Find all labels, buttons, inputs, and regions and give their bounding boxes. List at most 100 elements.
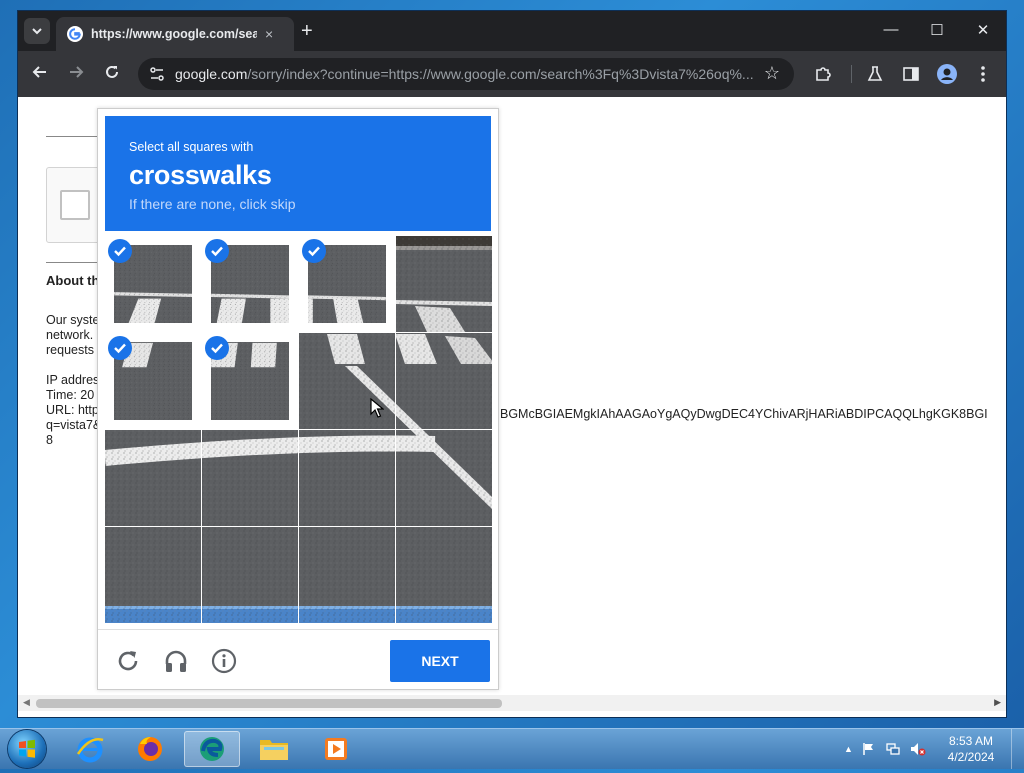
system-tray: ▲ 8:53 AM 4/2/2024 [834, 729, 1024, 769]
browser-tab[interactable]: https://www.google.com/search × [56, 17, 294, 51]
recaptcha-checkbox[interactable] [60, 190, 90, 220]
street-photo-fragment [105, 430, 201, 526]
volume-muted-icon[interactable] [910, 742, 926, 756]
url-line-end: 8 [46, 433, 53, 447]
reload-icon[interactable] [101, 64, 123, 84]
side-panel-icon[interactable] [901, 64, 921, 84]
profile-avatar-icon[interactable] [937, 64, 957, 84]
new-tab-button[interactable]: + [301, 20, 313, 43]
captcha-challenge: Select all squares with crosswalks If th… [97, 108, 499, 690]
captcha-tile[interactable] [299, 527, 395, 623]
captcha-skip-hint: If there are none, click skip [129, 196, 296, 212]
bookmark-star-icon[interactable]: ☆ [764, 63, 780, 84]
taskbar-app-media[interactable] [308, 731, 364, 767]
google-g-icon [67, 26, 83, 42]
show-hidden-icons-arrow[interactable]: ▲ [844, 744, 853, 754]
action-center-flag-icon[interactable] [862, 742, 876, 756]
url-host: google.com [175, 66, 248, 82]
scroll-left-arrow-icon[interactable]: ◀ [23, 697, 30, 708]
audio-headphones-icon[interactable] [163, 648, 189, 674]
street-photo-fragment [396, 333, 492, 429]
about-heading: About th [46, 273, 100, 288]
toolbar-divider [851, 65, 852, 83]
network-icon[interactable] [886, 742, 900, 756]
captcha-tile[interactable] [396, 236, 492, 332]
internet-explorer-icon [76, 737, 104, 763]
captcha-tile[interactable] [202, 333, 298, 429]
captcha-tile[interactable] [105, 333, 201, 429]
captcha-tile[interactable] [396, 333, 492, 429]
captcha-image-grid [105, 236, 492, 623]
street-photo-fragment [396, 430, 492, 526]
captcha-tile[interactable] [299, 236, 395, 332]
firefox-icon [138, 737, 162, 761]
taskbar-app-explorer[interactable] [246, 731, 302, 767]
query-line: q=vista7& [46, 418, 102, 432]
ip-address-line: IP addres [46, 373, 100, 387]
edge-icon [200, 737, 224, 761]
captcha-tile[interactable] [202, 527, 298, 623]
minimize-button[interactable]: — [881, 21, 901, 38]
forward-arrow-icon[interactable] [65, 64, 87, 84]
url-path: /sorry/index?continue=https://www.google… [247, 66, 754, 82]
site-info-icon[interactable] [148, 65, 166, 83]
reload-icon[interactable] [115, 648, 141, 674]
captcha-tile[interactable] [202, 236, 298, 332]
extensions-puzzle-icon[interactable] [813, 64, 833, 84]
start-button[interactable] [8, 730, 46, 768]
clock-date: 4/2/2024 [947, 750, 995, 764]
show-desktop-button[interactable] [1011, 729, 1024, 769]
captcha-instruction: Select all squares with [129, 140, 254, 154]
captcha-tile[interactable] [105, 430, 201, 526]
taskbar: ▲ 8:53 AM 4/2/2024 [0, 728, 1024, 769]
scrollbar-thumb[interactable] [36, 699, 502, 708]
selected-checkmark-icon [108, 336, 132, 360]
maximize-button[interactable]: ☐ [927, 21, 947, 39]
captcha-header: Select all squares with crosswalks If th… [105, 116, 491, 231]
tab-search-button[interactable] [24, 18, 50, 44]
browser-toolbar: google.com/sorry/index?continue=https://… [18, 51, 1006, 97]
selected-checkmark-icon [302, 239, 326, 263]
street-photo-fragment [299, 430, 395, 526]
menu-kebab-icon[interactable] [973, 64, 993, 84]
mouse-cursor-icon [370, 398, 384, 418]
taskbar-app-firefox[interactable] [122, 731, 178, 767]
captcha-footer: NEXT [98, 629, 498, 690]
clock-time: 8:53 AM [948, 734, 994, 748]
horizontal-scrollbar[interactable]: ◀ ▶ [18, 695, 1006, 711]
selected-checkmark-icon [205, 336, 229, 360]
street-photo-fragment [202, 430, 298, 526]
street-photo-fragment [202, 527, 298, 623]
selected-checkmark-icon [205, 239, 229, 263]
captcha-tile[interactable] [396, 430, 492, 526]
title-bar: https://www.google.com/search × + — ☐ ✕ [18, 11, 1006, 51]
captcha-tile[interactable] [105, 527, 201, 623]
notice-line-2: network. [46, 328, 94, 342]
notice-line-1: Our syste [46, 313, 100, 327]
long-url-text: BGMcBGIAEMgkIAhAAGAoYgAQyDwgDEC4YChivARj… [500, 407, 988, 421]
close-window-button[interactable]: ✕ [973, 21, 993, 39]
address-bar[interactable]: google.com/sorry/index?continue=https://… [138, 58, 794, 90]
labs-flask-icon[interactable] [865, 64, 885, 84]
street-photo-fragment [396, 527, 492, 623]
captcha-tile[interactable] [202, 430, 298, 526]
captcha-keyword: crosswalks [129, 160, 272, 190]
taskbar-app-edge[interactable] [184, 731, 240, 767]
tab-title: https://www.google.com/search [91, 27, 257, 41]
media-player-icon [325, 738, 347, 760]
info-icon[interactable] [211, 648, 237, 674]
taskbar-clock[interactable]: 8:53 AM 4/2/2024 [936, 733, 1006, 765]
next-button[interactable]: NEXT [390, 640, 490, 682]
time-line: Time: 20 [46, 388, 95, 402]
windows-logo-icon [19, 739, 35, 758]
file-explorer-icon [260, 740, 288, 760]
taskbar-app-ie[interactable] [62, 731, 118, 767]
captcha-tile[interactable] [105, 236, 201, 332]
tab-close-icon[interactable]: × [265, 26, 273, 42]
scroll-right-arrow-icon[interactable]: ▶ [994, 697, 1001, 708]
back-arrow-icon[interactable] [29, 64, 51, 84]
captcha-tile[interactable] [396, 527, 492, 623]
street-photo-fragment [396, 236, 492, 332]
captcha-tile[interactable] [299, 430, 395, 526]
url-text[interactable]: google.com/sorry/index?continue=https://… [175, 66, 755, 82]
